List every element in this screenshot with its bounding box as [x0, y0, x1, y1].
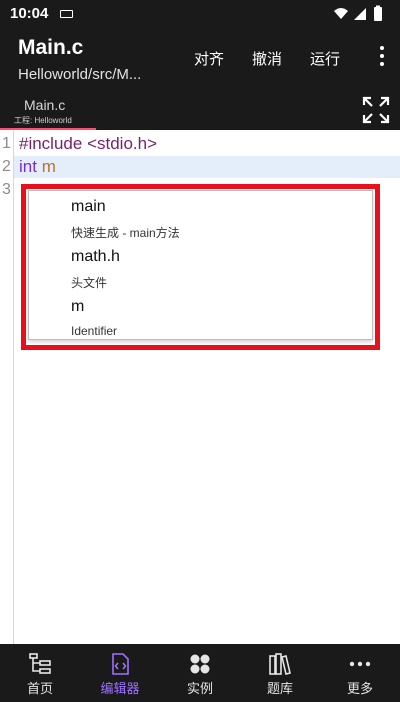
- tab-project-name: 工程: Helloworld: [14, 116, 72, 125]
- signal-icon: [354, 8, 366, 20]
- file-tab-bar: Main.c 工程: Helloworld: [0, 90, 400, 130]
- gutter-divider: [13, 130, 14, 644]
- tab-main-c[interactable]: Main.c 工程: Helloworld: [0, 90, 96, 130]
- status-bar: 10:04: [0, 0, 400, 28]
- nav-label: 实例: [186, 681, 213, 696]
- nav-examples[interactable]: 实例: [160, 644, 240, 702]
- status-icons: [334, 5, 382, 21]
- nav-question-bank[interactable]: 题库: [240, 644, 320, 702]
- line-number: 2: [2, 158, 11, 175]
- code-line-2: int m: [19, 157, 56, 177]
- suggestion-description: Identifier: [71, 324, 118, 338]
- keyboard-icon: [60, 10, 73, 18]
- books-icon: [269, 653, 291, 675]
- nav-label: 首页: [26, 681, 53, 696]
- typed-identifier: m: [41, 157, 56, 176]
- format-button[interactable]: 对齐: [194, 48, 224, 69]
- file-path: Helloworld/src/M...: [18, 66, 142, 83]
- file-title: Main.c: [18, 36, 84, 59]
- app-bar: Main.c Helloworld/src/M... 对齐 撤消 运行: [0, 28, 400, 90]
- suggestion-main[interactable]: main 快速生成 - main方法: [29, 191, 374, 241]
- overflow-dot: [380, 54, 384, 58]
- overflow-menu-button[interactable]: [378, 46, 386, 70]
- suggestion-math-h[interactable]: math.h 头文件: [29, 241, 374, 291]
- undo-button[interactable]: 撤消: [252, 48, 282, 69]
- home-tree-icon: [29, 653, 51, 674]
- bottom-navigation: 首页 编辑器 实例 题库 更多: [0, 644, 400, 702]
- suggestion-description: 快速生成 - main方法: [71, 226, 180, 240]
- run-button[interactable]: 运行: [310, 48, 340, 69]
- suggestion-label: main: [71, 198, 106, 215]
- tab-file-name: Main.c: [24, 97, 66, 113]
- suggestion-description: 头文件: [71, 276, 108, 290]
- nav-label: 更多: [346, 681, 373, 696]
- current-line-highlight: [14, 156, 400, 178]
- examples-icon: [190, 654, 210, 674]
- suggestion-label: math.h: [71, 248, 120, 265]
- battery-icon: [374, 5, 382, 21]
- code-line-1: #include <stdio.h>: [19, 134, 157, 154]
- line-number: 1: [2, 135, 11, 152]
- nav-editor[interactable]: 编辑器: [80, 644, 160, 702]
- autocomplete-popup: main 快速生成 - main方法 math.h 头文件 m Identifi…: [28, 190, 373, 340]
- include-header: <stdio.h>: [87, 134, 158, 153]
- overflow-dot: [380, 62, 384, 66]
- nav-label: 题库: [266, 681, 293, 696]
- nav-home[interactable]: 首页: [0, 644, 80, 702]
- more-dots-icon: [349, 661, 371, 667]
- overflow-dot: [380, 46, 384, 50]
- type-keyword: int: [19, 157, 37, 176]
- preprocessor-directive: #include: [19, 134, 83, 153]
- code-file-icon: [112, 653, 129, 675]
- wifi-icon: [334, 8, 348, 19]
- suggestion-m[interactable]: m Identifier: [29, 291, 374, 341]
- status-time: 10:04: [10, 5, 49, 22]
- line-number: 3: [2, 181, 11, 198]
- fullscreen-expand-icon[interactable]: [360, 94, 392, 126]
- nav-more[interactable]: 更多: [320, 644, 400, 702]
- nav-label: 编辑器: [100, 681, 140, 696]
- suggestion-label: m: [71, 298, 85, 315]
